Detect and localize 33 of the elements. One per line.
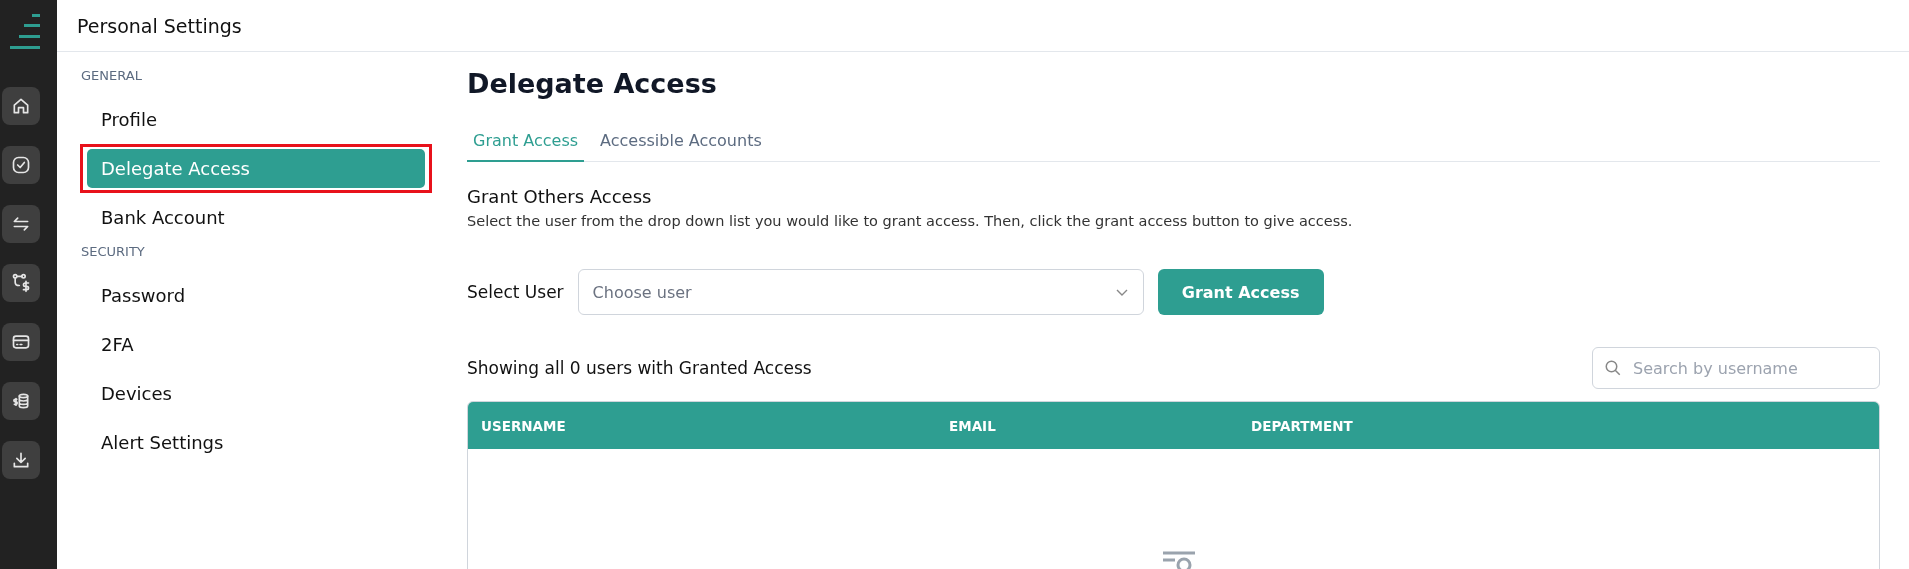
rail-button[interactable] — [1, 87, 40, 125]
section-title: Grant Others Access — [467, 186, 653, 207]
check-square-icon — [10, 155, 31, 175]
column-header: EMAIL — [949, 417, 997, 434]
section-description: Select the user from the drop down list you would like to grant access. Then, click the grant access button to give access. — [467, 213, 1354, 229]
page-header-title: Personal Settings — [77, 14, 242, 37]
column-header: DEPARTMENT — [1251, 417, 1354, 434]
card-icon — [10, 332, 31, 352]
user-dropdown[interactable]: Choose user — [577, 269, 1144, 315]
logo-icon — [9, 14, 40, 52]
results-summary: Showing all 0 users with Granted Access — [467, 358, 812, 378]
section-heading: SECURITY — [81, 243, 146, 261]
sidebar-item[interactable]: 2FA — [87, 325, 425, 364]
tab[interactable]: Accessible Accounts — [594, 125, 768, 162]
rail-button[interactable] — [1, 205, 40, 243]
sidebar-item[interactable]: Password — [87, 276, 425, 315]
section-heading: GENERAL — [81, 67, 143, 85]
dollar-flow-icon — [10, 273, 31, 293]
rail-button[interactable] — [1, 441, 40, 479]
sidebar-item[interactable]: Bank Account — [87, 198, 425, 237]
sidebar-item[interactable]: Alert Settings — [87, 423, 425, 462]
field-label: Select User — [467, 282, 564, 302]
sidebar-item[interactable]: Devices — [87, 374, 425, 413]
rail-button[interactable] — [1, 264, 40, 302]
search-icon — [1604, 359, 1622, 377]
search-field[interactable]: Search by username — [1592, 347, 1880, 389]
coins-icon — [10, 391, 31, 411]
rail-button[interactable] — [1, 323, 40, 361]
page-title: Delegate Access — [467, 68, 718, 99]
rail-button[interactable] — [1, 382, 40, 420]
sidebar-item[interactable]: Profile — [87, 100, 425, 139]
rail-button[interactable] — [1, 146, 40, 184]
column-header: USERNAME — [481, 417, 567, 434]
